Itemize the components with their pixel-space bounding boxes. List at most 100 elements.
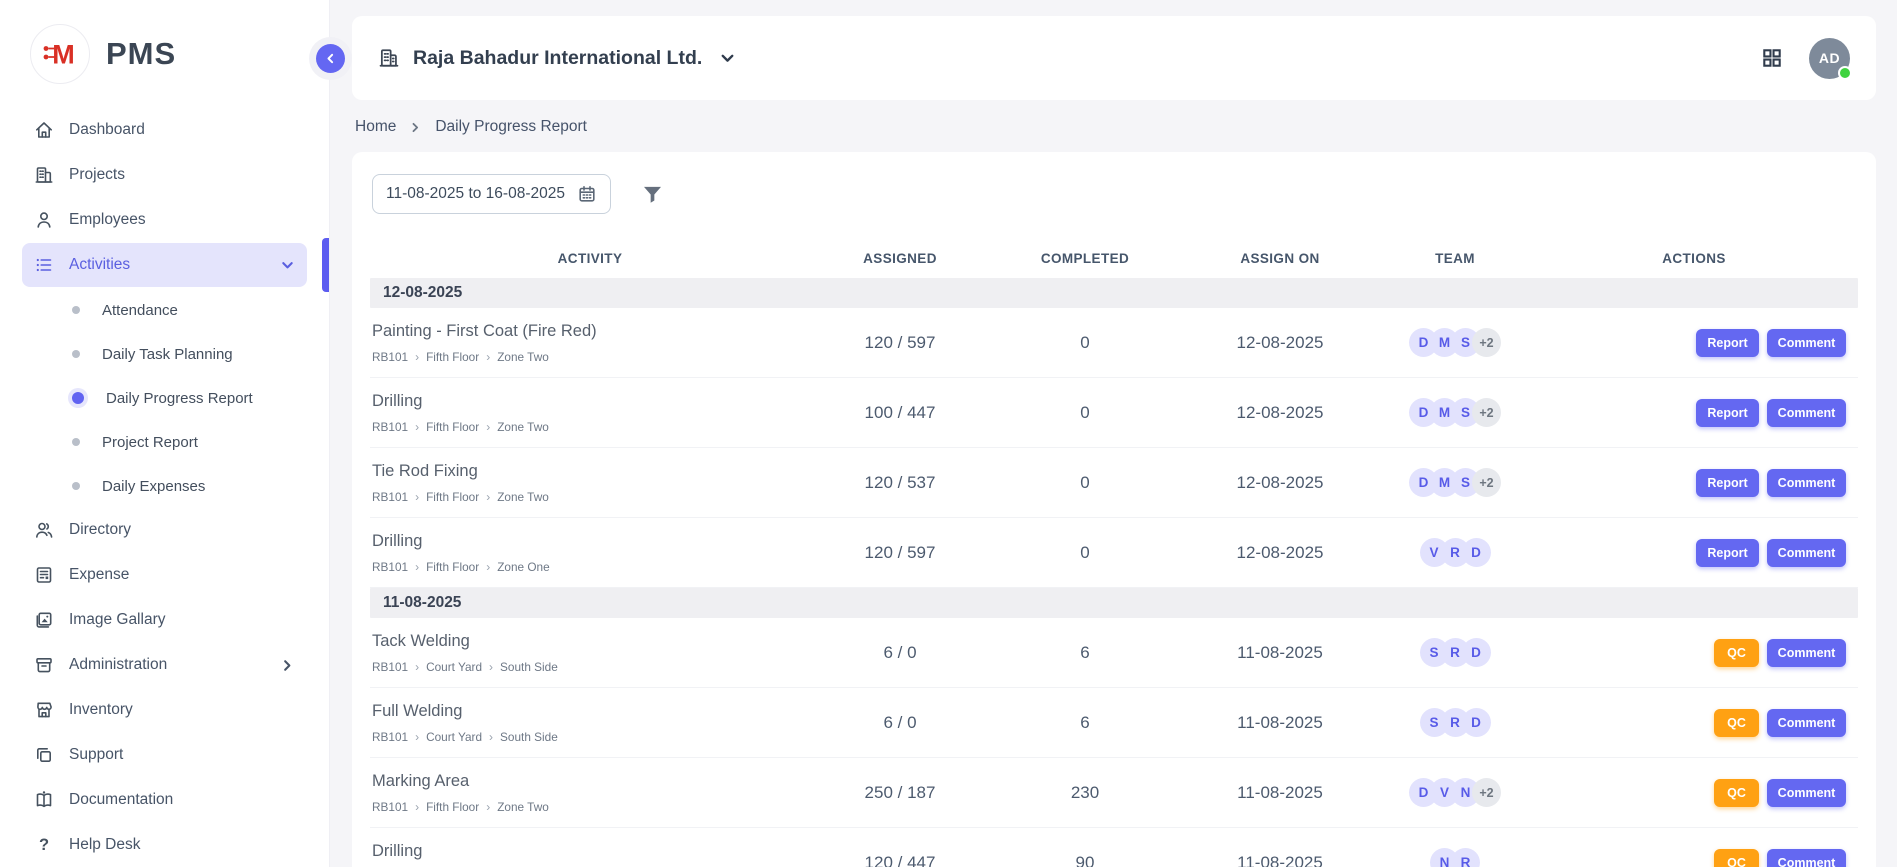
sidebar-item-support[interactable]: Support xyxy=(22,733,307,777)
sidebar-subitem-daily-expenses[interactable]: Daily Expenses xyxy=(0,464,329,508)
location-path-segment: Zone One xyxy=(497,560,549,574)
breadcrumb-current: Daily Progress Report xyxy=(435,118,587,136)
activity-cell: Drilling RB101›Fifth Floor›Zone Two xyxy=(370,392,810,434)
sidebar-item-documentation[interactable]: Documentation xyxy=(22,778,307,822)
date-range-input[interactable]: 11-08-2025 to 16-08-2025 xyxy=(372,174,611,214)
sidebar-item-image-gallary[interactable]: Image Gallary xyxy=(22,598,307,642)
sidebar-item-expense[interactable]: Expense xyxy=(22,553,307,597)
chevron-right-icon: › xyxy=(415,350,419,364)
report-button[interactable]: Report xyxy=(1696,399,1759,427)
activity-location-path: RB101›Court Yard›South Side xyxy=(372,660,810,674)
sidebar-item-label: Expense xyxy=(69,566,129,584)
list-icon xyxy=(34,255,54,275)
activity-location-path: RB101›Court Yard›South Side xyxy=(372,730,810,744)
sidebar-collapse-button[interactable] xyxy=(316,44,345,73)
team-avatars: SRD xyxy=(1380,638,1530,667)
team-more-badge[interactable]: +2 xyxy=(1472,328,1501,357)
sidebar-item-dashboard[interactable]: Dashboard xyxy=(22,108,307,152)
activity-title: Full Welding xyxy=(372,702,810,721)
store-icon xyxy=(34,700,54,720)
date-range-value: 11-08-2025 to 16-08-2025 xyxy=(386,185,565,203)
location-path-segment: Fifth Floor xyxy=(426,490,479,504)
top-header: Raja Bahadur International Ltd. AD xyxy=(352,16,1876,100)
comment-button[interactable]: Comment xyxy=(1767,639,1846,667)
group-date-label: 12-08-2025 xyxy=(383,284,462,302)
bullet-dot-icon xyxy=(72,350,80,358)
sidebar-item-employees[interactable]: Employees xyxy=(22,198,307,242)
table-row: Painting - First Coat (Fire Red) RB101›F… xyxy=(370,308,1858,378)
bullet-dot-icon xyxy=(72,482,80,490)
activity-title: Tack Welding xyxy=(372,632,810,651)
team-member-avatar[interactable]: R xyxy=(1451,848,1480,867)
group-date-label: 11-08-2025 xyxy=(383,594,461,612)
sidebar-item-help-desk[interactable]: ?Help Desk xyxy=(22,823,307,867)
comment-button[interactable]: Comment xyxy=(1767,539,1846,567)
assign-on-date: 12-08-2025 xyxy=(1180,473,1380,493)
team-more-badge[interactable]: +2 xyxy=(1472,398,1501,427)
chevron-right-icon xyxy=(409,121,422,134)
sidebar-nav: DashboardProjectsEmployeesActivitiesAtte… xyxy=(0,108,329,867)
avatar-initials: AD xyxy=(1819,50,1840,66)
report-button[interactable]: Report xyxy=(1696,539,1759,567)
company-name: Raja Bahadur International Ltd. xyxy=(413,47,702,70)
question-icon: ? xyxy=(34,835,54,855)
chevron-right-icon: › xyxy=(415,730,419,744)
sidebar-item-directory[interactable]: Directory xyxy=(22,508,307,552)
sidebar-subitem-daily-progress-report[interactable]: Daily Progress Report xyxy=(0,376,329,420)
report-button[interactable]: Report xyxy=(1696,329,1759,357)
location-path-segment: RB101 xyxy=(372,660,408,674)
activity-cell: Drilling RB101›Fifth Floor›Zone One xyxy=(370,532,810,574)
column-header-assign-on: ASSIGN ON xyxy=(1180,251,1380,266)
row-actions: Report Comment xyxy=(1530,399,1858,427)
assign-on-date: 11-08-2025 xyxy=(1180,643,1380,663)
team-member-avatar[interactable]: D xyxy=(1462,638,1491,667)
chevron-down-icon xyxy=(280,258,295,273)
assign-on-date: 11-08-2025 xyxy=(1180,713,1380,733)
chevron-right-icon: › xyxy=(415,560,419,574)
sidebar-item-inventory[interactable]: Inventory xyxy=(22,688,307,732)
activity-location-path: RB101›Fifth Floor›Zone Two xyxy=(372,490,810,504)
column-header-team: TEAM xyxy=(1380,251,1530,266)
team-more-badge[interactable]: +2 xyxy=(1472,468,1501,497)
sidebar-subitem-project-report[interactable]: Project Report xyxy=(0,420,329,464)
comment-button[interactable]: Comment xyxy=(1767,849,1846,867)
filter-button[interactable] xyxy=(641,183,664,206)
comment-button[interactable]: Comment xyxy=(1767,329,1846,357)
bullet-dot-icon xyxy=(72,392,84,404)
sidebar-subitem-daily-task-planning[interactable]: Daily Task Planning xyxy=(0,332,329,376)
table-row: Drilling RB101›Fifth Floor›Zone Two 100 … xyxy=(370,378,1858,448)
sidebar-subitem-attendance[interactable]: Attendance xyxy=(0,288,329,332)
online-status-dot xyxy=(1838,66,1852,80)
building-icon xyxy=(34,165,54,185)
sidebar-item-projects[interactable]: Projects xyxy=(22,153,307,197)
comment-button[interactable]: Comment xyxy=(1767,709,1846,737)
bullet-dot-icon xyxy=(72,438,80,446)
breadcrumb: Home Daily Progress Report xyxy=(355,118,587,136)
activity-title: Drilling xyxy=(372,842,810,861)
comment-button[interactable]: Comment xyxy=(1767,469,1846,497)
team-member-avatar[interactable]: D xyxy=(1462,538,1491,567)
qc-button[interactable]: QC xyxy=(1714,639,1759,667)
copy-icon xyxy=(34,745,54,765)
company-selector[interactable]: Raja Bahadur International Ltd. xyxy=(378,47,736,70)
comment-button[interactable]: Comment xyxy=(1767,399,1846,427)
qc-button[interactable]: QC xyxy=(1714,849,1759,867)
row-actions: QC Comment xyxy=(1530,849,1858,867)
report-button[interactable]: Report xyxy=(1696,469,1759,497)
qc-button[interactable]: QC xyxy=(1714,709,1759,737)
sidebar-item-label: Directory xyxy=(69,521,131,539)
image-icon xyxy=(34,610,54,630)
location-path-segment: RB101 xyxy=(372,560,408,574)
breadcrumb-home[interactable]: Home xyxy=(355,118,396,136)
team-more-badge[interactable]: +2 xyxy=(1472,778,1501,807)
sidebar-item-activities[interactable]: Activities xyxy=(22,243,307,287)
location-path-segment: Zone Two xyxy=(497,800,549,814)
team-member-avatar[interactable]: D xyxy=(1462,708,1491,737)
funnel-icon xyxy=(641,183,664,206)
comment-button[interactable]: Comment xyxy=(1767,779,1846,807)
qc-button[interactable]: QC xyxy=(1714,779,1759,807)
sidebar-item-administration[interactable]: Administration xyxy=(22,643,307,687)
progress-report-table: ACTIVITYASSIGNEDCOMPLETEDASSIGN ONTEAMAC… xyxy=(370,238,1858,867)
user-avatar[interactable]: AD xyxy=(1809,38,1850,79)
apps-grid-icon[interactable] xyxy=(1761,47,1783,69)
